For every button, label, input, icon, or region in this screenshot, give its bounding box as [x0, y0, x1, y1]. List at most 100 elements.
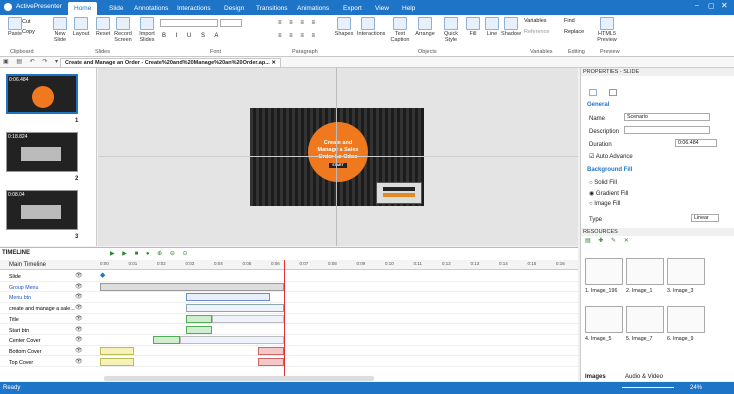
timeline-ruler[interactable]: 0:00 0:01 0:02 0:03 0:04 0:05 0:06 0:07 0:08 0:09…	[0, 260, 578, 270]
variables-button[interactable]: Variables	[524, 18, 547, 24]
images-tab[interactable]: Images	[585, 374, 606, 380]
eye-icon[interactable]: 👁	[75, 326, 83, 333]
background-fill-header[interactable]: Background Fill	[587, 167, 632, 173]
maximize-icon[interactable]: ▢	[708, 2, 715, 10]
timeline-bar[interactable]	[100, 357, 134, 366]
menu-item[interactable]	[383, 187, 415, 191]
eye-icon[interactable]: 👁	[75, 272, 83, 279]
arrange-button[interactable]: Arrange	[414, 17, 436, 37]
tab-view[interactable]: View	[369, 2, 395, 15]
timeline-row[interactable]: Bottom Cover 👁	[0, 346, 578, 357]
gradient-fill-radio[interactable]: ◉ Gradient Fill	[589, 190, 628, 197]
html5-preview-button[interactable]: HTML5 Preview	[596, 17, 618, 43]
timeline-bar[interactable]	[180, 336, 284, 345]
tab-home[interactable]: Home	[68, 2, 98, 15]
tab-help[interactable]: Help	[396, 2, 421, 15]
resource-thumbnail[interactable]	[626, 258, 664, 285]
slide-thumbnail[interactable]: 0:06.484	[6, 74, 78, 114]
find-button[interactable]: Find	[564, 18, 575, 24]
playhead[interactable]	[284, 260, 285, 376]
eye-icon[interactable]: 👁	[75, 315, 83, 322]
reference-button[interactable]: Reference	[524, 29, 549, 35]
tab-design[interactable]: Design	[218, 2, 250, 15]
slide-properties-icon[interactable]	[589, 89, 597, 96]
name-field[interactable]: Scenario	[624, 113, 710, 121]
font-family-select[interactable]	[160, 19, 218, 27]
slide-thumbnail[interactable]: 0:18.824	[6, 132, 78, 172]
paragraph-buttons[interactable]: ≡ ≡ ≡ ≡	[278, 20, 318, 26]
timeline-row[interactable]: Slide 👁 ◆	[0, 271, 578, 282]
eye-icon[interactable]: 👁	[75, 304, 83, 311]
timeline-bar[interactable]	[153, 336, 180, 345]
copy-button[interactable]: Copy	[22, 29, 35, 35]
document-tab[interactable]: Create and Manage an Order - Create%20an…	[60, 58, 281, 68]
quick-access-icons[interactable]: ▣ ▤ ↶ ↷ ▾	[3, 58, 61, 65]
text-caption-button[interactable]: Text Caption	[389, 17, 411, 43]
timeline-bar[interactable]	[212, 314, 284, 323]
resources-toolbar[interactable]: ▤ ✚ ✎ ✕	[585, 237, 632, 244]
timeline-bar[interactable]	[258, 346, 284, 355]
timeline-toolbar[interactable]: ▶ ▶ ■ ● ⊕ ⊖ ⊙	[110, 250, 191, 257]
tab-export[interactable]: Export	[337, 2, 368, 15]
replace-button[interactable]: Replace	[564, 29, 584, 35]
main-timeline-label[interactable]: Main Timeline	[9, 262, 46, 268]
font-format-buttons[interactable]: B I U S A	[162, 33, 222, 39]
timeline-row[interactable]: create and manage a sale... 👁	[0, 303, 578, 314]
zoom-slider[interactable]	[622, 387, 674, 388]
record-screen-button[interactable]: Record Screen	[112, 17, 134, 43]
start-button[interactable]: START	[329, 163, 347, 168]
resource-thumbnail[interactable]	[667, 258, 705, 285]
menu-item[interactable]	[383, 193, 415, 197]
layout-button[interactable]: Layout	[70, 17, 92, 37]
reset-button[interactable]: Reset	[92, 17, 114, 37]
slide-thumbnail[interactable]: 0:08.04	[6, 190, 78, 230]
resource-thumbnail[interactable]	[667, 306, 705, 333]
quick-style-button[interactable]: Quick Style	[440, 17, 462, 43]
solid-fill-radio[interactable]: ○ Solid Fill	[589, 180, 617, 186]
menu-box[interactable]	[376, 182, 422, 204]
type-select[interactable]: Linear	[691, 214, 719, 222]
tab-interactions[interactable]: Interactions	[171, 2, 217, 15]
eye-icon[interactable]: 👁	[75, 358, 83, 365]
resource-thumbnail[interactable]	[626, 306, 664, 333]
eye-icon[interactable]: 👁	[75, 336, 83, 343]
timeline-bar[interactable]	[100, 346, 134, 355]
align-buttons[interactable]: ≡ ≡ ≡ ≡	[278, 33, 318, 39]
timeline-bar[interactable]	[186, 325, 212, 334]
cut-button[interactable]: Cut	[22, 19, 31, 25]
import-slides-button[interactable]: Import Slides	[136, 17, 158, 43]
tab-slide[interactable]: Slide	[103, 2, 129, 15]
slide-marker-icon[interactable]: ◆	[100, 271, 105, 279]
duration-field[interactable]: 0:06.484	[675, 139, 717, 147]
tab-close-icon[interactable]: ✕	[271, 60, 276, 66]
auto-advance-checkbox[interactable]: ☑ Auto Advance	[589, 153, 633, 160]
timeline-row[interactable]: Title 👁	[0, 314, 578, 325]
resource-thumbnail[interactable]	[585, 258, 623, 285]
timeline-row[interactable]: Menu btn 👁	[0, 292, 578, 303]
shadow-button[interactable]: Shadow	[500, 17, 522, 37]
timeline-scrollbar[interactable]	[104, 376, 374, 381]
timeline-row[interactable]: Start btn 👁	[0, 325, 578, 336]
new-slide-button[interactable]: New Slide	[49, 17, 71, 43]
eye-icon[interactable]: 👁	[75, 283, 83, 290]
title-circle[interactable]: Create and Manage a Sales Order Lo Odoo …	[308, 122, 368, 182]
timeline-row[interactable]: Top Cover 👁	[0, 357, 578, 368]
tab-annotations[interactable]: Annotations	[128, 2, 174, 15]
resource-thumbnail[interactable]	[585, 306, 623, 333]
timeline-bar[interactable]	[186, 304, 284, 313]
timeline-bar[interactable]	[186, 314, 212, 323]
timeline-bar[interactable]	[258, 357, 284, 366]
background-properties-icon[interactable]	[609, 89, 617, 96]
minimize-icon[interactable]: –	[695, 2, 699, 9]
timeline-row[interactable]: Group Menu 👁	[0, 282, 578, 293]
audio-video-tab[interactable]: Audio & Video	[625, 374, 663, 380]
tab-animations[interactable]: Animations	[291, 2, 335, 15]
timeline-row[interactable]: Center Cover 👁	[0, 335, 578, 346]
close-icon[interactable]: ✕	[721, 1, 728, 10]
shapes-button[interactable]: Shapes	[333, 17, 355, 37]
font-size-select[interactable]	[220, 19, 242, 27]
tab-transitions[interactable]: Transitions	[250, 2, 294, 15]
eye-icon[interactable]: 👁	[75, 347, 83, 354]
description-field[interactable]	[624, 126, 710, 134]
timeline-bar[interactable]	[186, 293, 270, 302]
